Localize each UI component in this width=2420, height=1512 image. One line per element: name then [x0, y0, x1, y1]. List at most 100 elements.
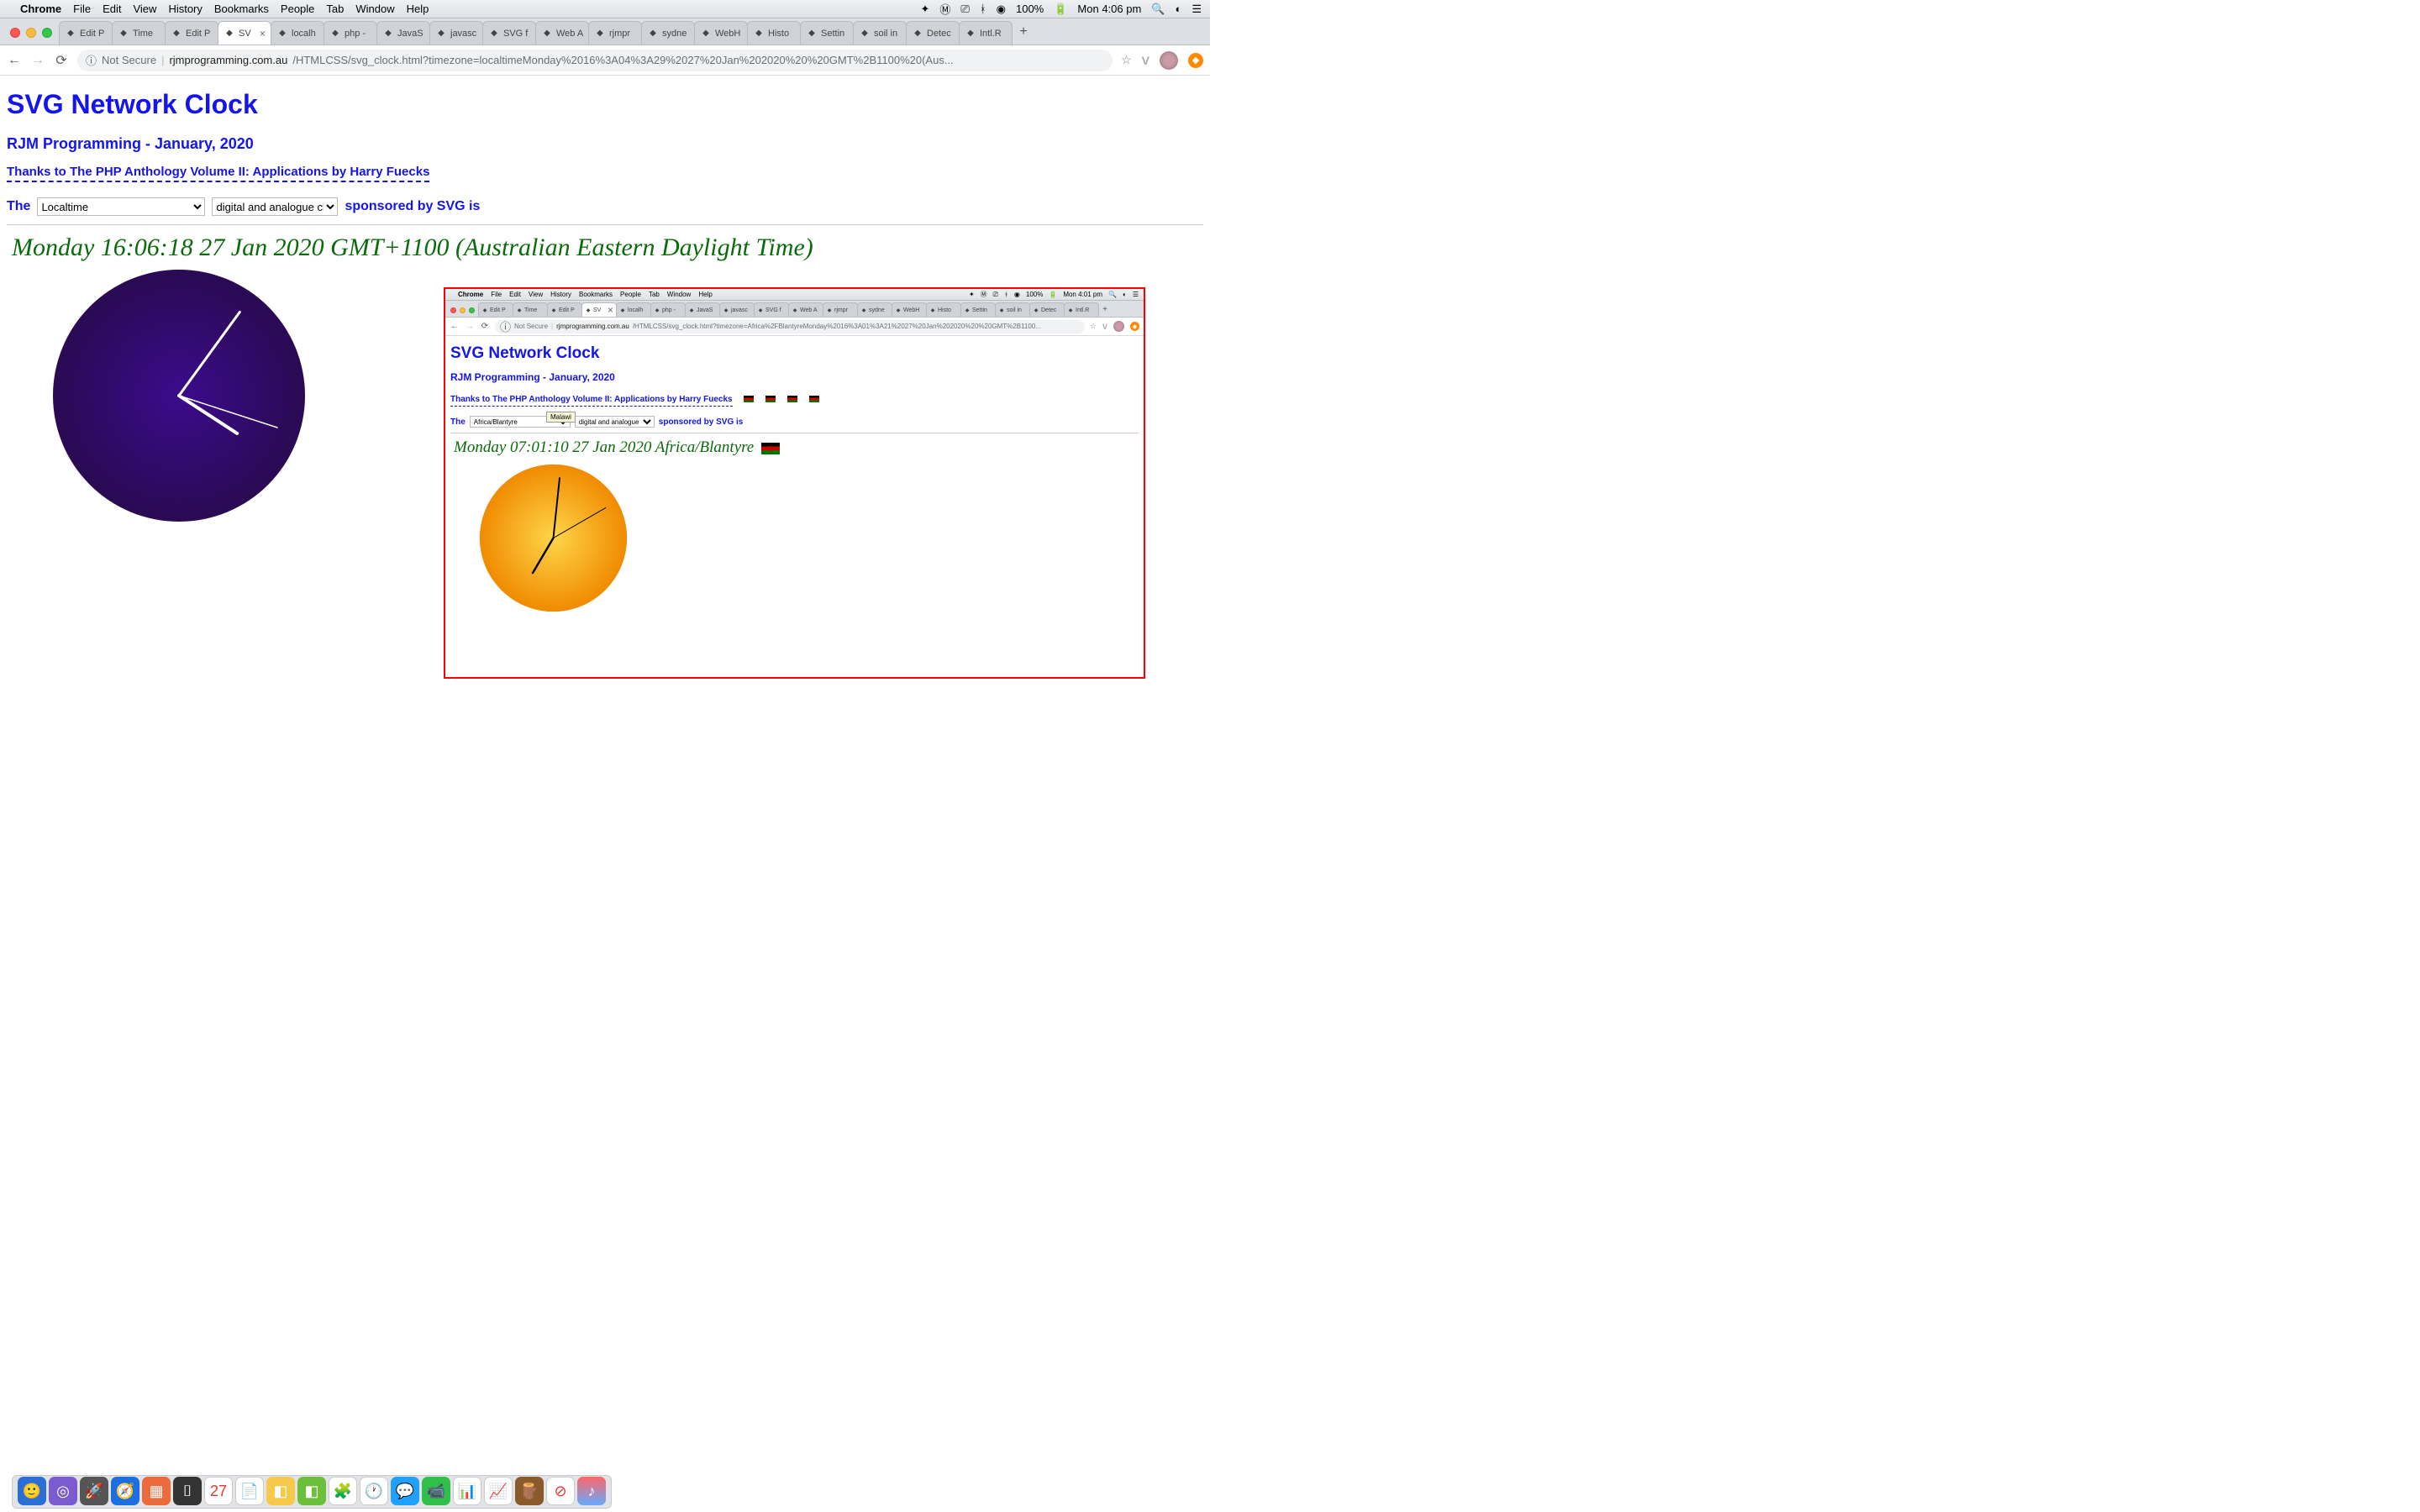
browser-tab: ◆SVG f	[754, 302, 789, 317]
menubar-clock[interactable]: Mon 4:06 pm	[1077, 3, 1141, 15]
menu-window[interactable]: Window	[355, 3, 394, 15]
browser-tab[interactable]: ◆SV×	[218, 21, 271, 45]
dock-messages[interactable]: 💬	[391, 1477, 419, 1505]
browser-tab: ◆Time	[513, 302, 548, 317]
site-info-icon[interactable]: ⓘ	[86, 52, 97, 68]
battery-pct: 100%	[1016, 3, 1044, 15]
dock-facetime[interactable]: 📹	[422, 1477, 450, 1505]
siri-icon[interactable]: ◐	[1175, 3, 1181, 15]
spotlight-icon[interactable]: 🔍	[1151, 3, 1165, 16]
mode-select[interactable]: digital and analogue clock	[212, 197, 338, 216]
zoom-window-button[interactable]	[42, 28, 52, 38]
browser-tab[interactable]: ◆php -	[324, 21, 377, 45]
new-tab-button[interactable]: +	[1012, 24, 1035, 45]
not-secure-label: Not Secure	[102, 54, 156, 66]
dock-app[interactable]: ⊘	[546, 1477, 575, 1505]
page-content: SVG Network Clock RJM Programming - Janu…	[0, 76, 1210, 528]
extension-badge-icon[interactable]: ◆	[1188, 53, 1203, 68]
browser-tab: ◆WebH	[892, 302, 927, 317]
dock-app[interactable]: 📈	[484, 1477, 513, 1505]
menu-tab[interactable]: Tab	[326, 3, 344, 15]
menu-extras-icon[interactable]: ☰	[1192, 3, 1202, 16]
browser-tab: ◆sydne	[857, 302, 892, 317]
browser-tab[interactable]: ◆Web A	[535, 21, 589, 45]
dock-terminal[interactable]: ⌷	[173, 1477, 202, 1505]
menu-view[interactable]: View	[133, 3, 156, 15]
browser-tab[interactable]: ◆SVG f	[482, 21, 536, 45]
tab-close-icon[interactable]: ×	[260, 28, 266, 39]
dock-app[interactable]: ▦	[142, 1477, 171, 1505]
reload-button[interactable]: ⟳	[54, 52, 69, 69]
browser-tab: ◆Edit P	[478, 302, 513, 317]
thanks-link[interactable]: Thanks to The PHP Anthology Volume II: A…	[7, 165, 429, 182]
browser-tab: ◆soil in	[995, 302, 1030, 317]
malawi-flag-icon	[761, 443, 780, 454]
dock-app[interactable]: ◧	[297, 1477, 326, 1505]
dock-music[interactable]: ♪	[577, 1477, 606, 1505]
browser-tab[interactable]: ◆Edit P	[59, 21, 113, 45]
forward-button[interactable]: →	[30, 53, 45, 68]
browser-tab: ◆Histo	[926, 302, 961, 317]
status-mail-icon[interactable]: Ⓜ	[939, 1, 950, 17]
browser-tab[interactable]: ◆Intl.R	[959, 21, 1013, 45]
browser-tab: ◆Settin	[960, 302, 996, 317]
browser-tab: ◆SV×	[581, 302, 617, 317]
menu-people[interactable]: People	[281, 3, 314, 15]
browser-tab[interactable]: ◆Detec	[906, 21, 960, 45]
page-subtitle: RJM Programming - January, 2020	[7, 135, 1203, 153]
browser-tab[interactable]: ◆sydne	[641, 21, 695, 45]
separator	[7, 224, 1203, 225]
minimize-window-button[interactable]	[26, 28, 36, 38]
browser-tab[interactable]: ◆javasc	[429, 21, 483, 45]
nested-digital-clock: Monday 07:01:10 27 Jan 2020 Africa/Blant…	[454, 438, 1139, 457]
dock-safari[interactable]: 🧭	[111, 1477, 139, 1505]
browser-tab[interactable]: ◆Time	[112, 21, 166, 45]
browser-tab: ◆localh	[616, 302, 651, 317]
back-button[interactable]: ←	[7, 53, 22, 68]
dock-app[interactable]: 📄	[235, 1477, 264, 1505]
timezone-select[interactable]: Localtime	[37, 197, 205, 216]
profile-avatar[interactable]	[1160, 51, 1178, 70]
menu-help[interactable]: Help	[407, 3, 429, 15]
menu-bookmarks[interactable]: Bookmarks	[214, 3, 269, 15]
dock-calendar[interactable]: 27	[204, 1477, 233, 1505]
browser-tab[interactable]: ◆WebH	[694, 21, 748, 45]
browser-tab[interactable]: ◆soil in	[853, 21, 907, 45]
browser-tab[interactable]: ◆Settin	[800, 21, 854, 45]
dock-app[interactable]: ◧	[266, 1477, 295, 1505]
ctrl-sponsored: sponsored by SVG is	[345, 199, 480, 214]
page-title: SVG Network Clock	[7, 89, 1203, 120]
dock-app[interactable]: 🪵	[515, 1477, 544, 1505]
browser-tab: ◆javasc	[719, 302, 755, 317]
bookmark-star-icon[interactable]: ☆	[1121, 53, 1132, 67]
browser-tab[interactable]: ◆JavaS	[376, 21, 430, 45]
dock-app[interactable]: 🧩	[329, 1477, 357, 1505]
bluetooth-icon[interactable]: ᚼ	[980, 3, 986, 15]
menu-history[interactable]: History	[168, 3, 202, 15]
extension-v-icon[interactable]: V	[1142, 54, 1150, 67]
address-bar[interactable]: ⓘ Not Secure | rjmprogramming.com.au/HTM…	[77, 50, 1113, 71]
wifi-icon[interactable]: ◉	[997, 3, 1006, 16]
dock-finder[interactable]: 🙂	[18, 1477, 46, 1505]
browser-tab[interactable]: ◆rjmpr	[588, 21, 642, 45]
mac-menubar: Chrome File Edit View History Bookmarks …	[0, 0, 1210, 18]
close-window-button[interactable]	[10, 28, 20, 38]
tab-close-icon: ×	[608, 304, 613, 316]
airplay-icon[interactable]: ⎚	[960, 3, 969, 16]
menu-file[interactable]: File	[73, 3, 91, 15]
browser-tab[interactable]: ◆Histo	[747, 21, 801, 45]
battery-icon: 🔋	[1054, 3, 1067, 16]
menu-edit[interactable]: Edit	[103, 3, 121, 15]
mac-dock: 🙂 ◎ 🚀 🧭 ▦ ⌷ 27 📄 ◧ ◧ 🧩 🕐 💬 📹 📊 📈 🪵 ⊘ ♪	[12, 1475, 612, 1509]
dock-app[interactable]: 🚀	[80, 1477, 108, 1505]
browser-tab: ◆JavaS	[685, 302, 720, 317]
dock-app[interactable]: 📊	[453, 1477, 481, 1505]
status-app-icon[interactable]: ✦	[921, 3, 930, 16]
dock-app[interactable]: 🕐	[360, 1477, 388, 1505]
browser-tab[interactable]: ◆localh	[271, 21, 324, 45]
browser-tab: ◆Intl.R	[1064, 302, 1099, 317]
menubar-app[interactable]: Chrome	[20, 3, 61, 15]
browser-tab[interactable]: ◆Edit P	[165, 21, 218, 45]
dock-app[interactable]: ◎	[49, 1477, 77, 1505]
browser-toolbar: ← → ⟳ ⓘ Not Secure | rjmprogramming.com.…	[0, 45, 1210, 76]
